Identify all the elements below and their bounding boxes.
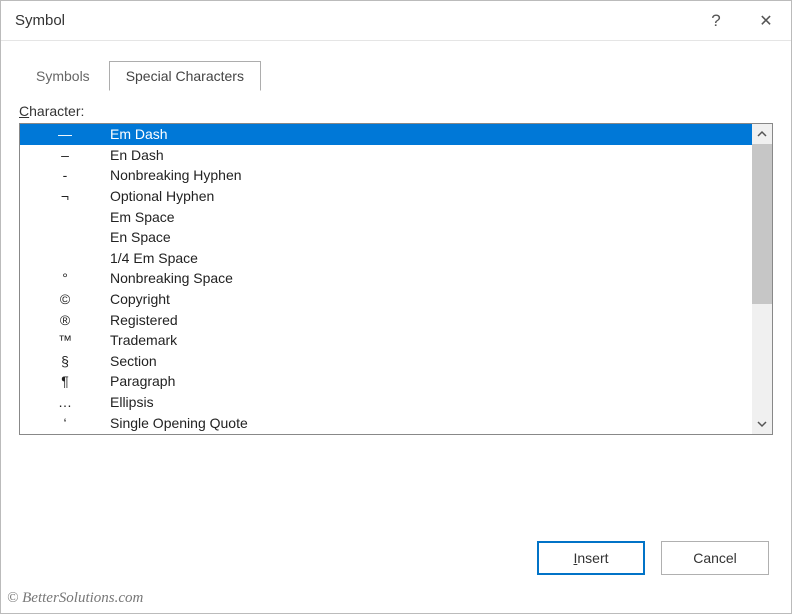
character-list-items: —Em Dash–En Dash-Nonbreaking Hyphen¬Opti… bbox=[20, 124, 752, 434]
list-item-symbol: § bbox=[20, 353, 110, 369]
scrollbar-thumb[interactable] bbox=[752, 144, 772, 304]
scroll-down-button[interactable] bbox=[752, 414, 772, 434]
list-item-name: Nonbreaking Hyphen bbox=[110, 167, 752, 183]
list-item-name: Paragraph bbox=[110, 373, 752, 389]
list-item-name: Optional Hyphen bbox=[110, 188, 752, 204]
list-item-symbol: – bbox=[20, 147, 110, 163]
list-item-name: Section bbox=[110, 353, 752, 369]
list-item-name: En Dash bbox=[110, 147, 752, 163]
listbox-scrollbar[interactable] bbox=[752, 124, 772, 434]
scrollbar-track[interactable] bbox=[752, 144, 772, 414]
list-item-name: En Space bbox=[110, 229, 752, 245]
list-item-symbol: ° bbox=[20, 270, 110, 286]
list-item[interactable]: ¶Paragraph bbox=[20, 371, 752, 392]
list-item[interactable]: ¬Optional Hyphen bbox=[20, 186, 752, 207]
list-item-symbol: - bbox=[20, 167, 110, 183]
window-titlebar: Symbol ? ✕ bbox=[1, 1, 791, 41]
window-title: Symbol bbox=[15, 12, 691, 29]
list-item-name: Em Space bbox=[110, 209, 752, 225]
list-item-symbol: — bbox=[20, 126, 110, 142]
list-item[interactable]: –En Dash bbox=[20, 145, 752, 166]
list-item[interactable]: ™Trademark bbox=[20, 330, 752, 351]
window-controls: ? ✕ bbox=[691, 1, 791, 40]
list-item[interactable]: …Ellipsis bbox=[20, 392, 752, 413]
list-item[interactable]: 1/4 Em Space bbox=[20, 248, 752, 269]
watermark-text: © BetterSolutions.com bbox=[7, 590, 143, 607]
list-item[interactable]: ®Registered bbox=[20, 309, 752, 330]
list-item-symbol: … bbox=[20, 394, 110, 410]
list-item-name: Nonbreaking Space bbox=[110, 270, 752, 286]
list-item-symbol: © bbox=[20, 291, 110, 307]
character-listbox[interactable]: —Em Dash–En Dash-Nonbreaking Hyphen¬Opti… bbox=[19, 123, 773, 435]
list-item-name: Trademark bbox=[110, 332, 752, 348]
scroll-up-button[interactable] bbox=[752, 124, 772, 144]
cancel-button[interactable]: Cancel bbox=[661, 541, 769, 575]
list-item[interactable]: °Nonbreaking Space bbox=[20, 268, 752, 289]
list-item-symbol: ‘ bbox=[20, 415, 110, 431]
list-item-symbol: ™ bbox=[20, 332, 110, 348]
list-item-name: Em Dash bbox=[110, 126, 752, 142]
list-item[interactable]: Em Space bbox=[20, 206, 752, 227]
list-item-name: Copyright bbox=[110, 291, 752, 307]
list-item-name: Single Opening Quote bbox=[110, 415, 752, 431]
list-item[interactable]: §Section bbox=[20, 351, 752, 372]
list-item[interactable]: —Em Dash bbox=[20, 124, 752, 145]
insert-button[interactable]: Insert bbox=[537, 541, 645, 575]
list-item-name: 1/4 Em Space bbox=[110, 250, 752, 266]
list-item-symbol: ® bbox=[20, 312, 110, 328]
tab-symbols[interactable]: Symbols bbox=[19, 61, 107, 91]
list-item-name: Ellipsis bbox=[110, 394, 752, 410]
special-characters-panel: Character: —Em Dash–En Dash-Nonbreaking … bbox=[1, 91, 791, 435]
tab-strip: Symbols Special Characters bbox=[1, 41, 791, 91]
help-button[interactable]: ? bbox=[691, 1, 741, 40]
chevron-up-icon bbox=[757, 129, 767, 139]
list-item-symbol: ¬ bbox=[20, 188, 110, 204]
character-label: Character: bbox=[19, 103, 773, 119]
list-item-symbol: ¶ bbox=[20, 373, 110, 389]
list-item[interactable]: -Nonbreaking Hyphen bbox=[20, 165, 752, 186]
chevron-down-icon bbox=[757, 419, 767, 429]
dialog-footer: Insert Cancel bbox=[1, 541, 791, 575]
list-item[interactable]: En Space bbox=[20, 227, 752, 248]
list-item[interactable]: ‘Single Opening Quote bbox=[20, 412, 752, 433]
close-button[interactable]: ✕ bbox=[741, 1, 791, 40]
tab-special-characters[interactable]: Special Characters bbox=[109, 61, 261, 91]
list-item-name: Registered bbox=[110, 312, 752, 328]
list-item[interactable]: ©Copyright bbox=[20, 289, 752, 310]
